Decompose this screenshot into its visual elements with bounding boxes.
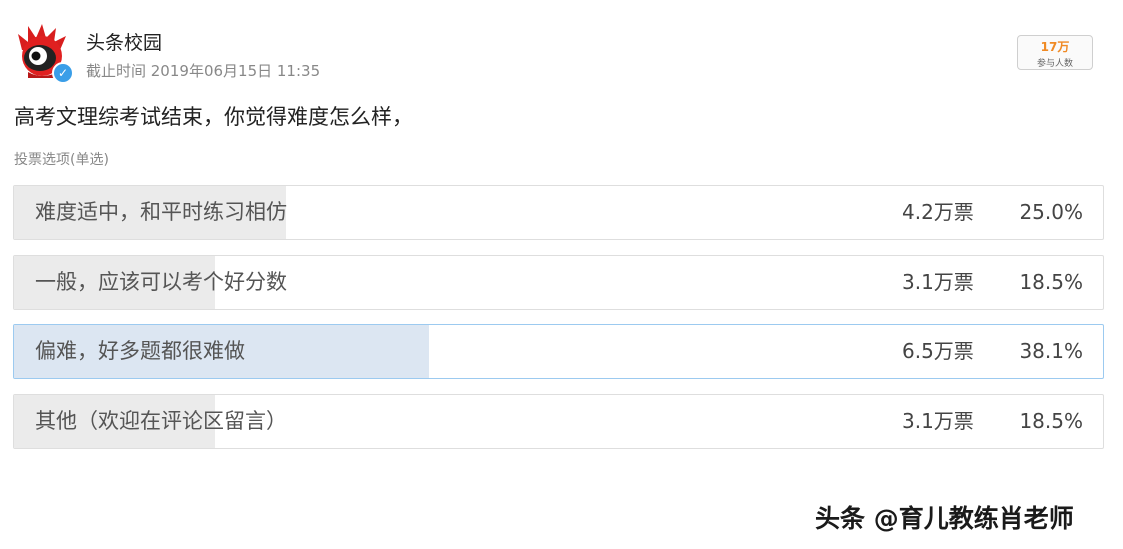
participants-label: 参与人数 [1036,59,1073,69]
poll-header: ✓ 头条校园 截止时间 2019年06月15日 11:35 17万 参与人数 [14,22,1109,84]
poll-option[interactable]: 一般，应该可以考个好分数 3.1万票 18.5% [13,255,1104,310]
option-label: 偏难，好多题都很难做 [35,339,245,363]
participants-count: 17万 [1040,40,1070,54]
option-votes: 3.1万票 [902,409,974,433]
option-label: 难度适中，和平时练习相仿 [35,200,287,224]
account-name[interactable]: 头条校园 [86,28,162,55]
verified-check-icon: ✓ [52,62,74,84]
poll-question: 高考文理综考试结束，你觉得难度怎么样， [14,105,413,129]
option-votes: 6.5万票 [902,339,974,363]
option-label: 其他（欢迎在评论区留言） [35,409,287,433]
option-percent: 18.5% [1019,409,1083,433]
poll-option[interactable]: 其他（欢迎在评论区留言） 3.1万票 18.5% [13,394,1104,449]
poll-deadline: 截止时间 2019年06月15日 11:35 [86,62,321,80]
vote-type-label: 投票选项(单选) [14,152,109,168]
watermark: 头条 @育儿教练肖老师 [815,504,1074,533]
option-votes: 3.1万票 [902,270,974,294]
option-percent: 18.5% [1019,270,1083,294]
option-votes: 4.2万票 [902,200,974,224]
option-percent: 38.1% [1019,339,1083,363]
option-label: 一般，应该可以考个好分数 [35,270,287,294]
poll-option[interactable]: 难度适中，和平时练习相仿 4.2万票 25.0% [13,185,1104,240]
poll-option[interactable]: 偏难，好多题都很难做 6.5万票 38.1% [13,324,1104,379]
participants-badge: 17万 参与人数 [1017,35,1093,70]
option-percent: 25.0% [1019,200,1083,224]
